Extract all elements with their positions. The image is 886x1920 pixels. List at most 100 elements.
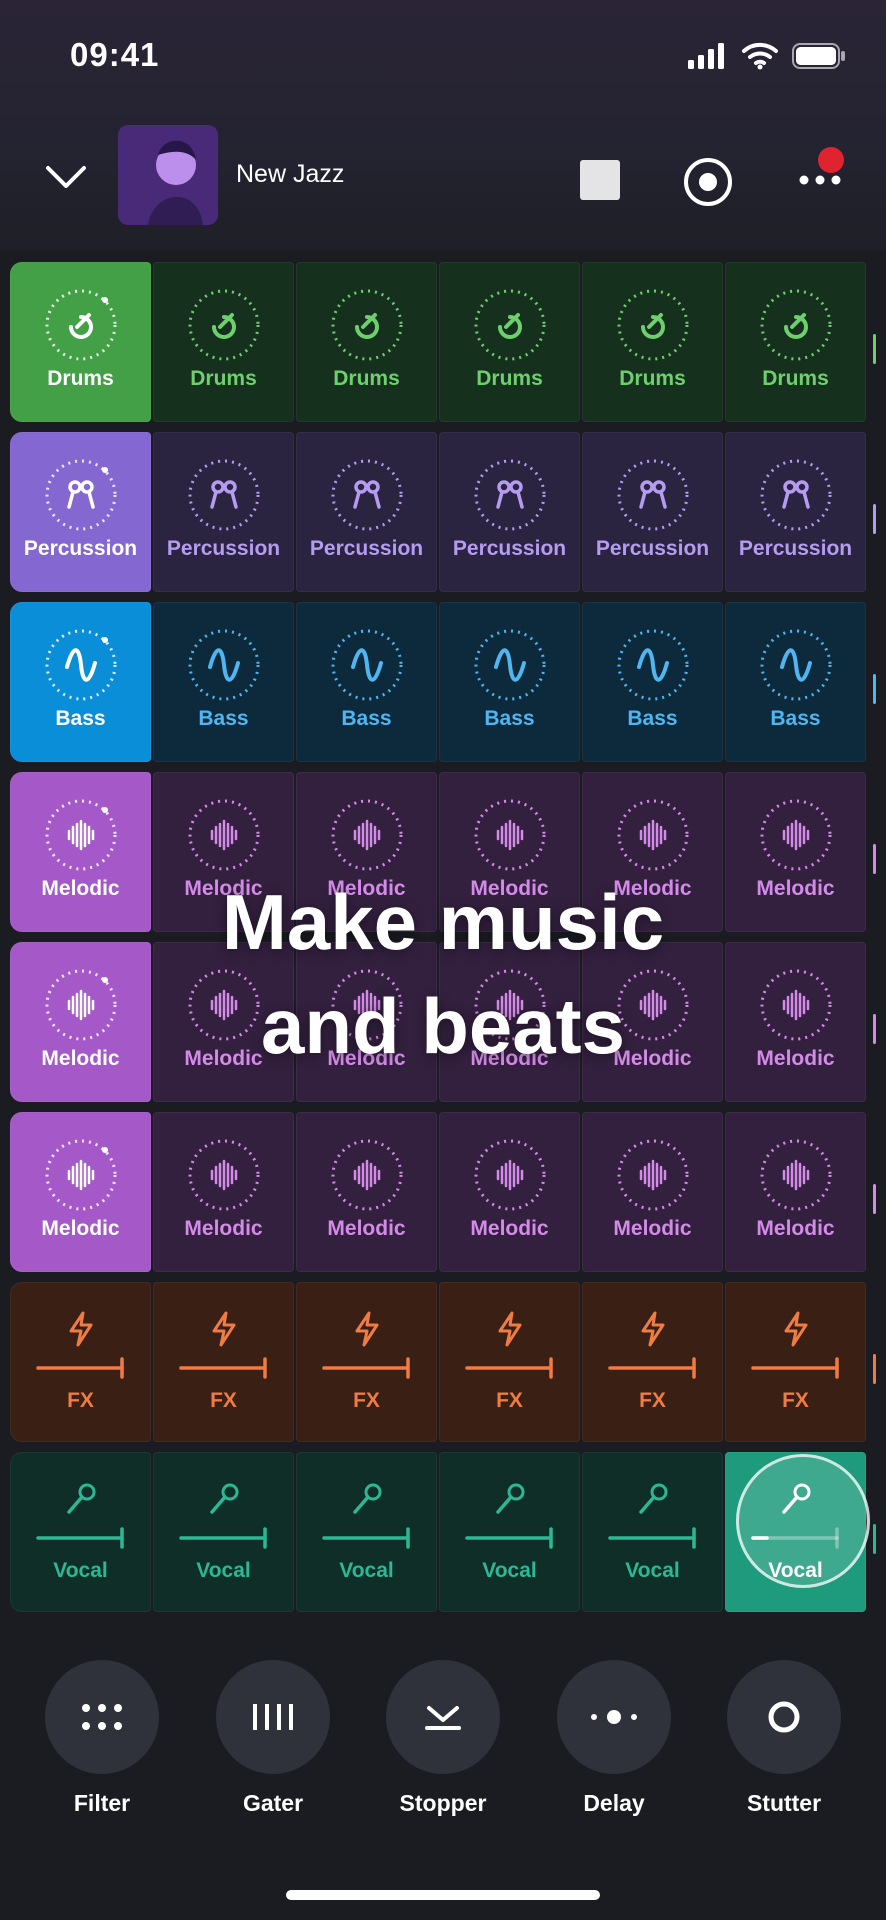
- melodic-icon: [617, 799, 688, 871]
- drums-loop-pad[interactable]: Drums: [725, 262, 866, 422]
- melodic-loop-pad[interactable]: Melodic: [153, 1112, 294, 1272]
- microphone-icon: [638, 1483, 667, 1514]
- pad-label: Bass: [627, 707, 678, 730]
- effects-bar: Filter Gater Stopper Delay Stutter: [0, 1660, 886, 1816]
- fx-loop-pad[interactable]: FX: [10, 1282, 151, 1442]
- session-title: New Jazz: [236, 160, 345, 188]
- pad-label: FX: [496, 1389, 523, 1412]
- pad-label: Drums: [47, 367, 114, 390]
- stop-button[interactable]: [572, 152, 628, 208]
- drums-loop-pad[interactable]: Drums: [582, 262, 723, 422]
- vocal-loop-pad[interactable]: Vocal: [439, 1452, 580, 1612]
- melodic-loop-pad[interactable]: Melodic: [725, 1112, 866, 1272]
- bass-loop-pad[interactable]: Bass: [439, 602, 580, 762]
- pad-label: Bass: [198, 707, 249, 730]
- melodic-icon: [760, 799, 831, 871]
- fx-loop-pad[interactable]: FX: [439, 1282, 580, 1442]
- melodic-icon: [188, 1139, 259, 1211]
- lightning-icon: [784, 1311, 807, 1347]
- fx-loop-pad[interactable]: FX: [296, 1282, 437, 1442]
- drums-icon: [760, 289, 831, 361]
- melodic-icon: [474, 799, 545, 871]
- record-button[interactable]: [678, 152, 738, 212]
- pad-label: Bass: [341, 707, 392, 730]
- level-slider: [178, 1357, 267, 1379]
- promo-line-2: and beats: [260, 982, 626, 1070]
- vocal-loop-pad[interactable]: Vocal: [296, 1452, 437, 1612]
- bass-loop-pad[interactable]: Bass: [296, 602, 437, 762]
- percussion-loop-pad[interactable]: Percussion: [439, 432, 580, 592]
- drums-icon: [45, 289, 116, 361]
- pad-label: Percussion: [166, 537, 281, 560]
- vocal-loop-pad[interactable]: Vocal: [582, 1452, 723, 1612]
- percussion-loop-pad[interactable]: Percussion: [10, 432, 151, 592]
- stutter-effect-button[interactable]: Stutter: [727, 1660, 841, 1817]
- drums-icon: [617, 289, 688, 361]
- dots-grid-icon: [45, 1660, 159, 1774]
- track-row-melodic: Melodic Melodic Melodic Melodic Melodic Melod…: [10, 1112, 876, 1272]
- filter-effect-button[interactable]: Filter: [45, 1660, 159, 1817]
- drums-icon: [474, 289, 545, 361]
- bass-loop-pad[interactable]: Bass: [153, 602, 294, 762]
- status-time: 09:41: [70, 36, 160, 73]
- drums-loop-pad[interactable]: Drums: [439, 262, 580, 422]
- album-art-image: [118, 125, 218, 225]
- bass-loop-pad[interactable]: Bass: [725, 602, 866, 762]
- bass-loop-pad[interactable]: Bass: [10, 602, 151, 762]
- pad-label: Drums: [476, 367, 543, 390]
- pad-label: FX: [353, 1389, 380, 1412]
- pad-label: Percussion: [595, 537, 710, 560]
- pad-label: Bass: [770, 707, 821, 730]
- fx-loop-pad[interactable]: FX: [725, 1282, 866, 1442]
- pad-label: Vocal: [625, 1559, 680, 1582]
- melodic-loop-pad[interactable]: Melodic: [582, 1112, 723, 1272]
- row-scroll-indicator: [873, 1524, 876, 1554]
- drums-icon: [331, 289, 402, 361]
- track-row-percussion: Percussion Percussion Percussion Percussion…: [10, 432, 876, 592]
- notification-badge: [818, 147, 844, 173]
- album-art[interactable]: [118, 125, 218, 225]
- delay-effect-button[interactable]: Delay: [557, 1660, 671, 1817]
- wifi-icon: [742, 42, 778, 70]
- lightning-icon: [498, 1311, 521, 1347]
- lightning-icon: [212, 1311, 235, 1347]
- fx-loop-pad[interactable]: FX: [582, 1282, 723, 1442]
- bass-icon: [188, 629, 259, 701]
- drums-loop-pad[interactable]: Drums: [153, 262, 294, 422]
- effect-label: Delay: [583, 1790, 645, 1816]
- chevron-down-icon: [46, 166, 86, 188]
- percussion-loop-pad[interactable]: Percussion: [153, 432, 294, 592]
- stopper-effect-button[interactable]: Stopper: [386, 1660, 500, 1817]
- pad-label: FX: [67, 1389, 94, 1412]
- vocal-loop-pad[interactable]: Vocal: [153, 1452, 294, 1612]
- percussion-loop-pad[interactable]: Percussion: [296, 432, 437, 592]
- pad-label: Vocal: [53, 1559, 108, 1582]
- promo-caption: Make music and beats: [0, 870, 886, 1078]
- vocal-loop-pad[interactable]: Vocal: [10, 1452, 151, 1612]
- drums-loop-pad[interactable]: Drums: [10, 262, 151, 422]
- effect-label: Stopper: [399, 1790, 487, 1816]
- bass-loop-pad[interactable]: Bass: [582, 602, 723, 762]
- drums-icon: [188, 289, 259, 361]
- signal-icon: [688, 43, 724, 69]
- drums-loop-pad[interactable]: Drums: [296, 262, 437, 422]
- pad-label: Melodic: [327, 1217, 406, 1240]
- level-slider: [750, 1357, 839, 1379]
- row-scroll-indicator: [873, 1184, 876, 1214]
- melodic-icon: [760, 1139, 831, 1211]
- percussion-icon: [188, 459, 259, 531]
- ring-icon: [727, 1660, 841, 1774]
- melodic-loop-pad[interactable]: Melodic: [296, 1112, 437, 1272]
- fx-loop-pad[interactable]: FX: [153, 1282, 294, 1442]
- row-scroll-indicator: [873, 334, 876, 364]
- melodic-loop-pad[interactable]: Melodic: [10, 1112, 151, 1272]
- gater-effect-button[interactable]: Gater: [216, 1660, 330, 1817]
- percussion-loop-pad[interactable]: Percussion: [582, 432, 723, 592]
- melodic-loop-pad[interactable]: Melodic: [439, 1112, 580, 1272]
- percussion-loop-pad[interactable]: Percussion: [725, 432, 866, 592]
- collapse-button[interactable]: [38, 152, 94, 202]
- pad-label: Melodic: [184, 1217, 263, 1240]
- level-slider: [464, 1357, 553, 1379]
- pad-label: Vocal: [482, 1559, 537, 1582]
- pad-label: Bass: [55, 707, 106, 730]
